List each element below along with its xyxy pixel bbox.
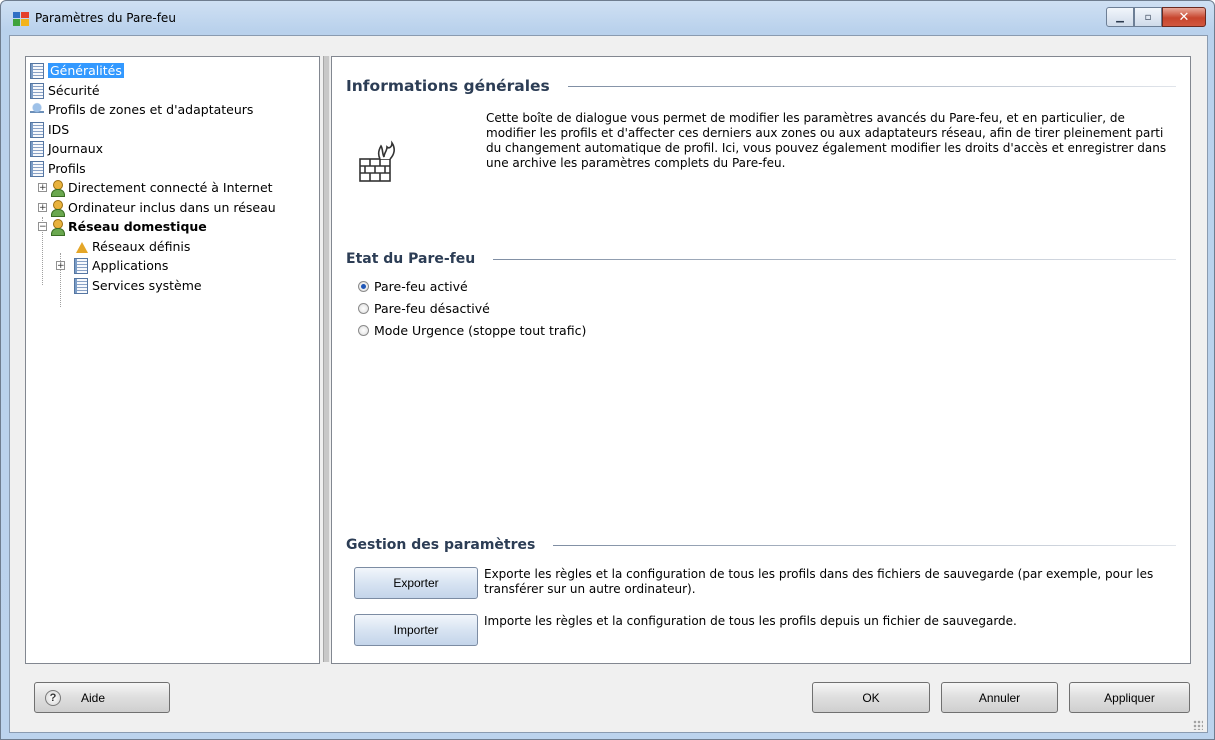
radio-label: Mode Urgence (stoppe tout trafic) [374, 323, 587, 338]
import-description: Importe les règles et la configuration d… [484, 614, 1017, 628]
network-icon [30, 101, 44, 118]
tree-item-label: Réseaux définis [92, 239, 191, 254]
radio-button-checked[interactable] [358, 281, 369, 292]
tree-item-journaux[interactable]: Journaux [30, 139, 103, 158]
tree-item-label: Profils [48, 161, 86, 176]
document-icon [30, 121, 44, 138]
radio-firewall-enabled[interactable]: Pare-feu activé [358, 279, 468, 294]
radio-label: Pare-feu désactivé [374, 301, 490, 316]
document-icon [30, 62, 44, 79]
expand-plus-icon[interactable]: + [38, 183, 47, 193]
firewall-state-section: Etat du Pare-feu [346, 251, 1176, 267]
tree-item-label: Généralités [48, 63, 124, 78]
tree-item-label: Ordinateur inclus dans un réseau [68, 200, 276, 215]
cancel-button[interactable]: Annuler [941, 682, 1058, 713]
settings-management-section: Gestion des paramètres [346, 537, 1176, 553]
tree-item-reseau-domestique[interactable]: − Réseau domestique [38, 217, 207, 236]
tree-item-label: Directement connecté à Internet [68, 180, 273, 195]
resize-grip-icon[interactable] [1193, 720, 1203, 730]
tree-item-applications[interactable]: + Applications [56, 256, 168, 275]
general-info-section: Informations générales [346, 77, 1176, 95]
tree-item-profils[interactable]: Profils [30, 159, 86, 178]
ok-button[interactable]: OK [812, 682, 930, 713]
tree-item-label: Réseau domestique [68, 219, 207, 234]
window-controls: ▁ ▫ ✕ [1106, 7, 1206, 27]
tree-item-securite[interactable]: Sécurité [30, 81, 100, 100]
document-icon [30, 140, 44, 157]
radio-button[interactable] [358, 303, 369, 314]
close-button[interactable]: ✕ [1162, 7, 1206, 27]
tree-item-label: Profils de zones et d'adaptateurs [48, 102, 254, 117]
settings-tree[interactable]: Généralités Sécurité Profils de zones et… [25, 56, 320, 664]
minimize-icon: ▁ [1116, 11, 1124, 23]
user-icon [50, 179, 65, 197]
import-button[interactable]: Importer [354, 614, 478, 646]
help-label: Aide [81, 690, 106, 705]
tree-item-label: Services système [92, 278, 202, 293]
close-icon: ✕ [1178, 9, 1190, 25]
tree-item-label: IDS [48, 122, 70, 137]
tree-item-profils-zones[interactable]: Profils de zones et d'adaptateurs [30, 100, 253, 119]
section-heading: Gestion des paramètres [346, 537, 536, 553]
section-heading: Etat du Pare-feu [346, 251, 476, 267]
window-title: Paramètres du Pare-feu [35, 11, 176, 25]
firewall-icon [359, 140, 395, 182]
tree-item-services-systeme[interactable]: Services système [74, 276, 202, 295]
document-icon [30, 160, 44, 177]
general-info-text: Cette boîte de dialogue vous permet de m… [486, 111, 1167, 170]
radio-label: Pare-feu activé [374, 279, 468, 294]
minimize-button[interactable]: ▁ [1106, 7, 1134, 27]
apply-button[interactable]: Appliquer [1069, 682, 1190, 713]
export-description: Exporte les règles et la configuration d… [484, 567, 1154, 596]
section-divider [567, 85, 1176, 87]
radio-button[interactable] [358, 325, 369, 336]
user-icon [50, 218, 65, 236]
radio-firewall-disabled[interactable]: Pare-feu désactivé [358, 301, 490, 316]
tree-item-internet-direct[interactable]: + Directement connecté à Internet [38, 178, 273, 197]
export-button[interactable]: Exporter [354, 567, 478, 599]
maximize-button[interactable]: ▫ [1134, 7, 1162, 27]
document-icon [74, 277, 88, 294]
document-icon [30, 82, 44, 99]
avg-logo-icon [13, 12, 29, 26]
section-divider [493, 258, 1176, 260]
panel-splitter[interactable] [323, 56, 330, 662]
user-icon [50, 199, 65, 217]
tree-item-label: Sécurité [48, 83, 100, 98]
content-panel: Informations générales Cette boîte de di… [331, 56, 1191, 664]
network-warning-icon [74, 239, 88, 255]
radio-emergency-mode[interactable]: Mode Urgence (stoppe tout trafic) [358, 323, 586, 338]
tree-item-label: Applications [92, 258, 169, 273]
maximize-icon: ▫ [1144, 11, 1152, 23]
document-icon [74, 257, 88, 274]
tree-item-label: Journaux [48, 141, 104, 156]
title-bar[interactable]: Paramètres du Pare-feu ▁ ▫ ✕ [1, 1, 1214, 35]
help-button[interactable]: ? Aide [34, 682, 170, 713]
tree-item-generalites[interactable]: Généralités [30, 61, 124, 80]
collapse-minus-icon[interactable]: − [38, 222, 47, 232]
tree-item-ordinateur-reseau[interactable]: + Ordinateur inclus dans un réseau [38, 198, 276, 217]
expand-plus-icon[interactable]: + [56, 261, 65, 271]
help-icon: ? [45, 689, 61, 706]
section-heading: Informations générales [346, 77, 550, 95]
expand-plus-icon[interactable]: + [38, 203, 47, 213]
section-divider [553, 544, 1176, 546]
tree-item-reseaux-definis[interactable]: Réseaux définis [74, 237, 190, 256]
tree-item-ids[interactable]: IDS [30, 120, 69, 139]
